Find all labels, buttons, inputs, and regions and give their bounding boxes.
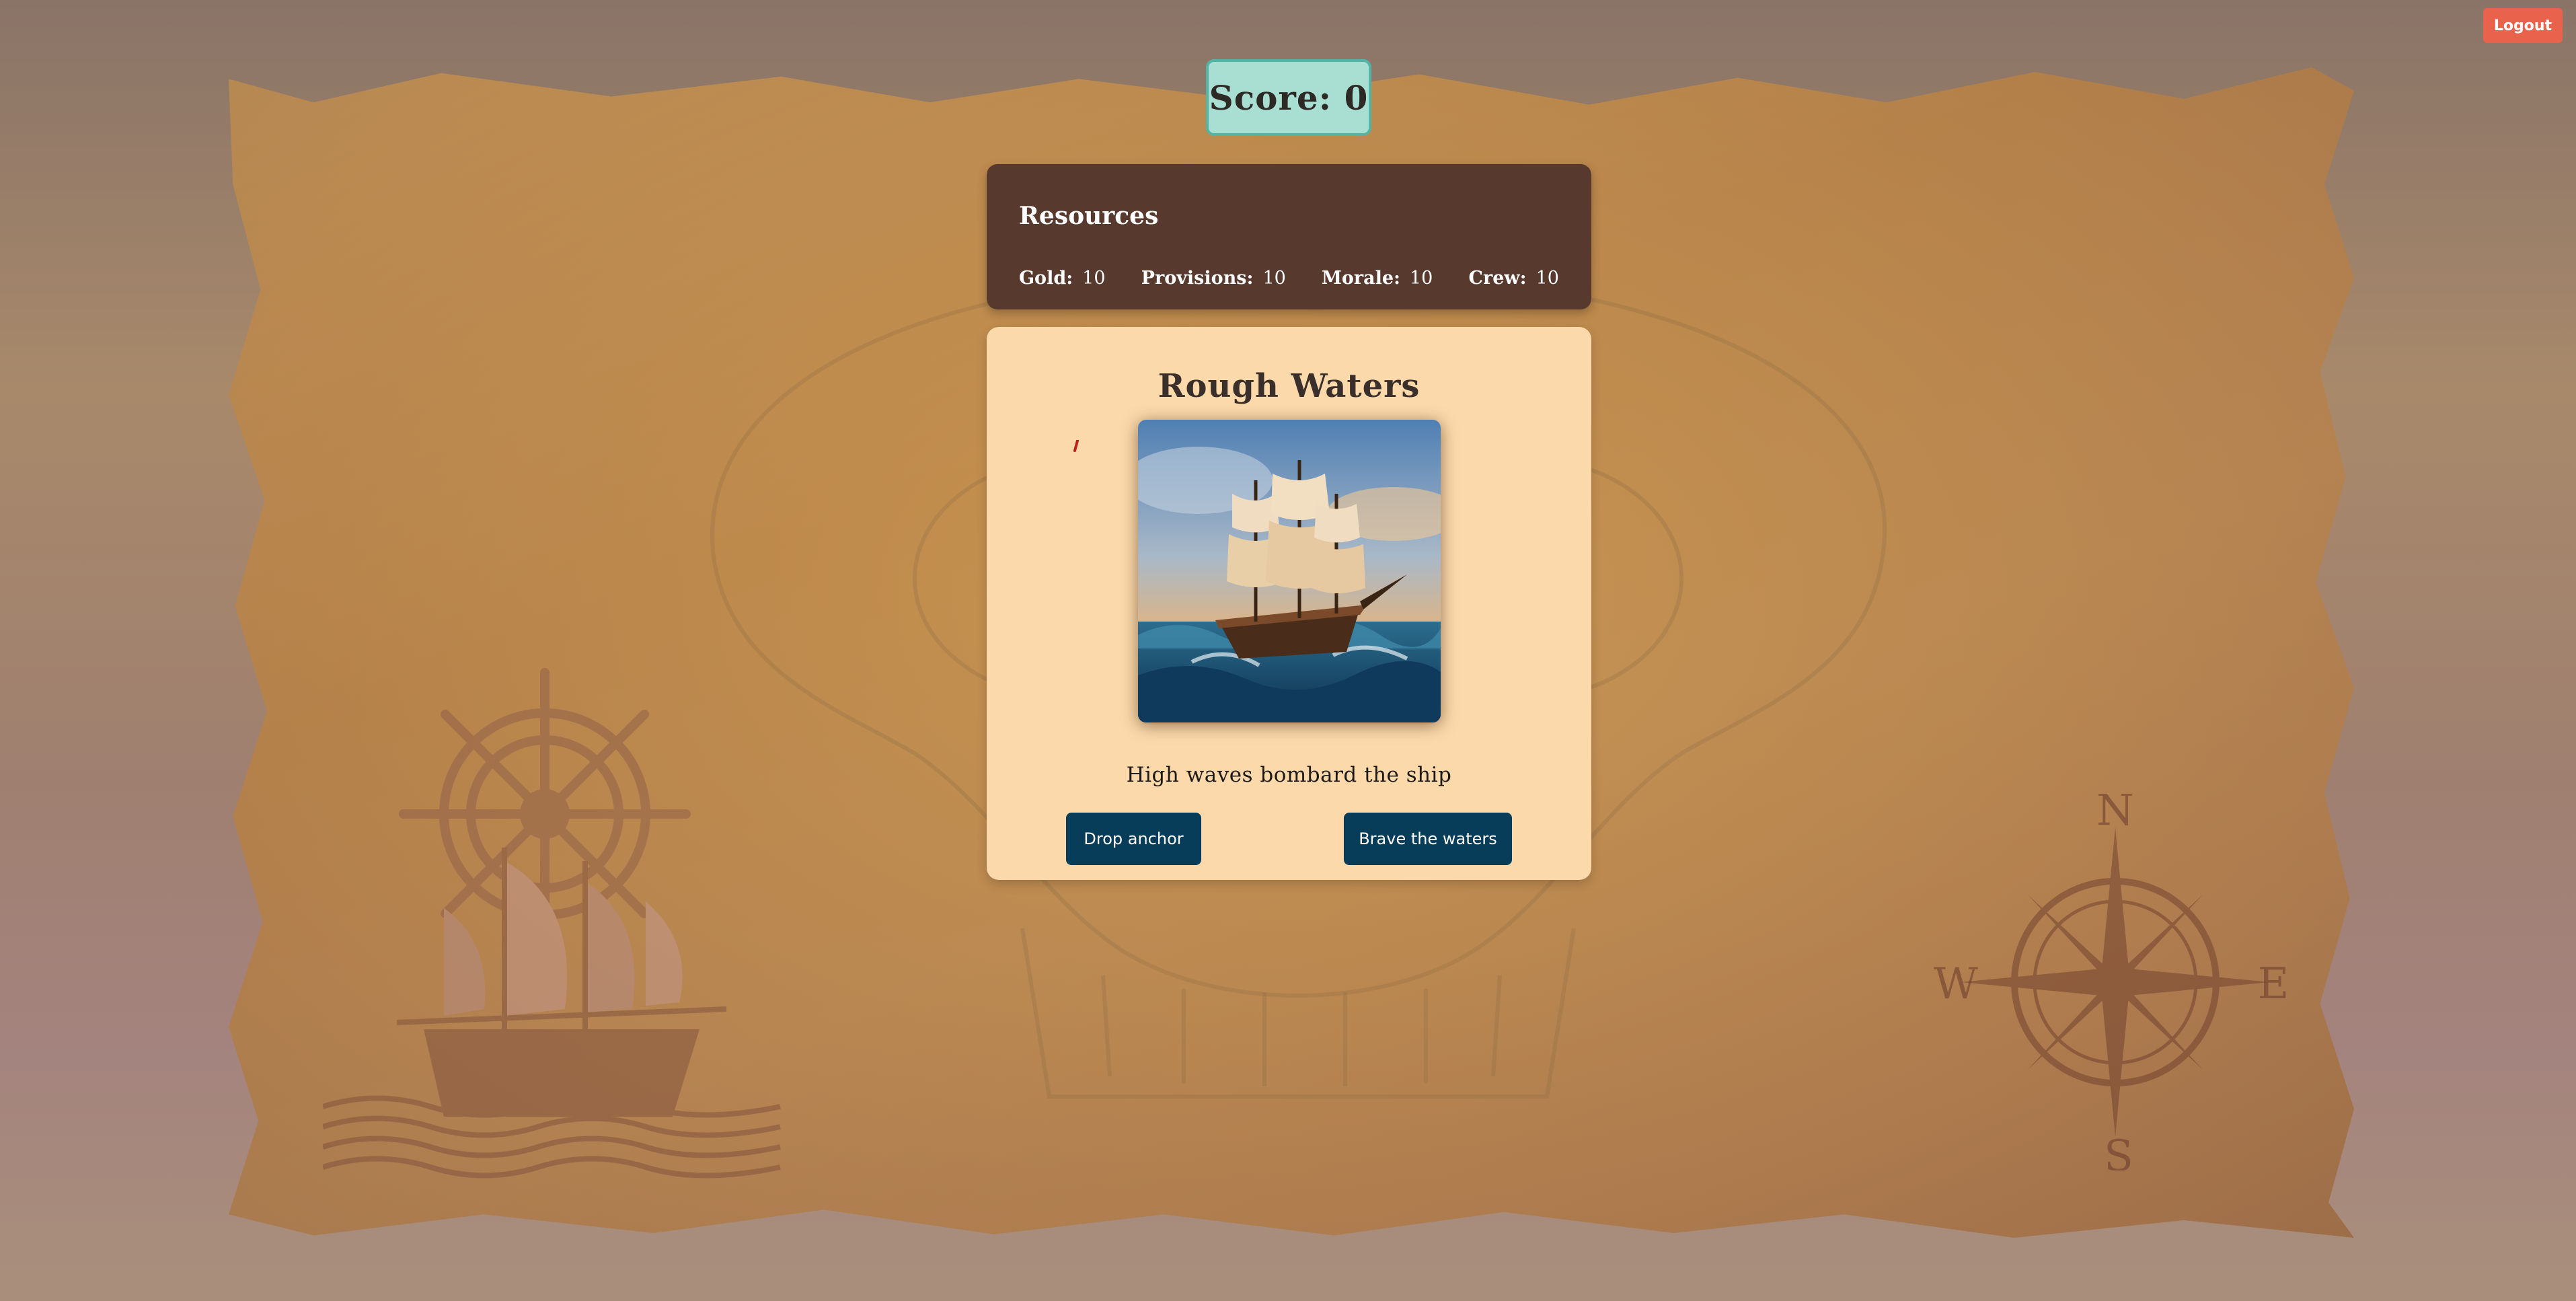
- resources-title: Resources: [1019, 202, 1159, 230]
- drop-anchor-button[interactable]: Drop anchor: [1066, 813, 1201, 865]
- score-value: 0: [1344, 77, 1369, 118]
- event-card: Rough Waters High waves bombard the ship…: [987, 327, 1591, 880]
- resource-gold-value: 10: [1082, 268, 1106, 289]
- resource-provisions-label: Provisions:: [1141, 268, 1254, 289]
- brave-the-waters-button[interactable]: Brave the waters: [1344, 813, 1512, 865]
- red-tick-mark: [1073, 440, 1079, 452]
- resource-provisions-value: 10: [1262, 268, 1286, 289]
- resource-crew: Crew: 10: [1469, 268, 1559, 289]
- event-title: Rough Waters: [1158, 367, 1420, 405]
- resource-crew-label: Crew:: [1468, 268, 1527, 289]
- resource-crew-value: 10: [1536, 268, 1559, 289]
- resource-gold: Gold: 10: [1019, 268, 1106, 289]
- score-display: Score: 0: [1206, 59, 1371, 136]
- event-description: High waves bombard the ship: [1126, 763, 1452, 787]
- resources-list: Gold: 10 Provisions: 10 Morale: 10 Crew: 10: [1019, 268, 1559, 289]
- resource-morale-label: Morale:: [1321, 268, 1400, 289]
- event-ship-image: [1138, 420, 1441, 722]
- resource-morale: Morale: 10: [1322, 268, 1433, 289]
- score-label: Score:: [1209, 77, 1332, 118]
- resource-morale-value: 10: [1409, 268, 1433, 289]
- resources-panel: Resources Gold: 10 Provisions: 10 Morale: 1…: [987, 164, 1591, 309]
- resource-gold-label: Gold:: [1019, 268, 1073, 289]
- resource-provisions: Provisions: 10: [1141, 268, 1286, 289]
- logout-button[interactable]: Logout: [2483, 8, 2563, 43]
